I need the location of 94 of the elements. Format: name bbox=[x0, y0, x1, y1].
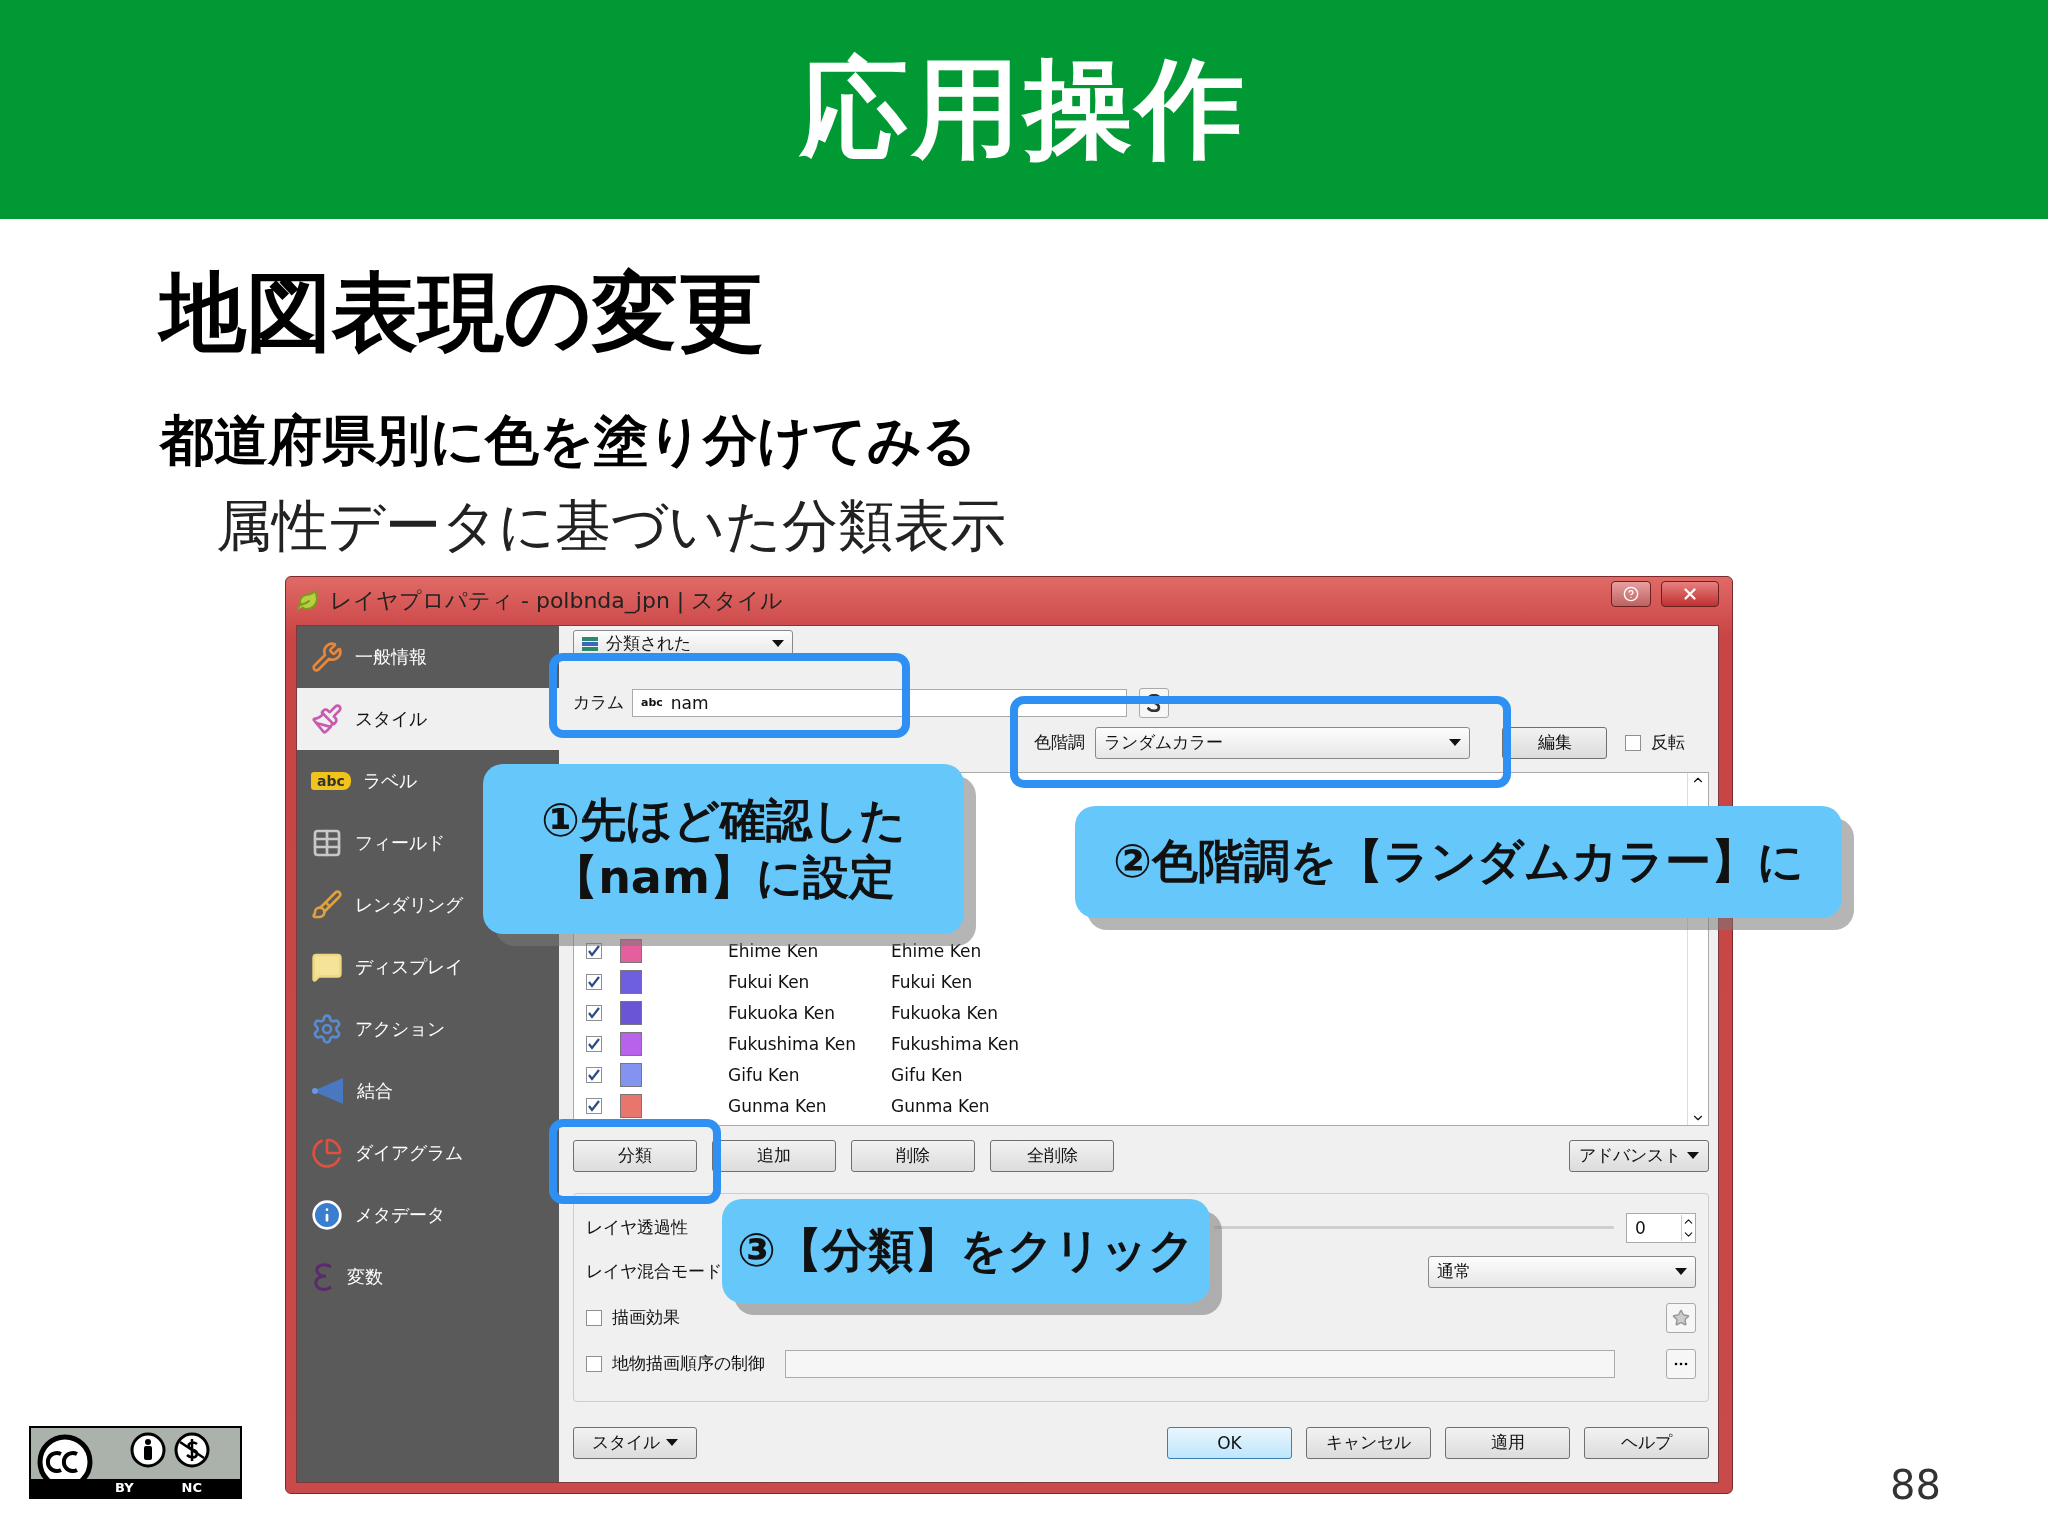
expression-icon bbox=[1147, 693, 1161, 712]
slider-track[interactable] bbox=[1214, 1226, 1614, 1230]
column-value: nam bbox=[670, 692, 709, 713]
caret-icon bbox=[1675, 1267, 1687, 1276]
sidebar-item[interactable]: レンダリング bbox=[297, 873, 477, 936]
opacity-label: レイヤ透過性 bbox=[586, 1216, 688, 1240]
class-legend: Fukushima Ken bbox=[891, 1034, 1091, 1055]
dialog-button[interactable]: ヘルプ bbox=[1584, 1426, 1709, 1459]
leaf-icon bbox=[296, 588, 320, 613]
caret-icon bbox=[666, 1438, 678, 1447]
no-money-icon bbox=[174, 1432, 210, 1468]
star-icon bbox=[1672, 1308, 1690, 1327]
list-button[interactable]: 分類 bbox=[573, 1139, 697, 1172]
close-button[interactable] bbox=[1661, 580, 1719, 607]
checkbox[interactable] bbox=[586, 1005, 602, 1022]
class-legend: Gifu Ken bbox=[891, 1065, 1091, 1086]
info-icon bbox=[311, 1198, 343, 1231]
order-label: 地物描画順序の制御 bbox=[612, 1352, 765, 1376]
sidebar-item[interactable]: 一般情報 bbox=[297, 625, 477, 688]
sidebar-item[interactable]: 変数 bbox=[297, 1245, 477, 1308]
arrow-icon bbox=[311, 1075, 345, 1106]
label-icon: abc bbox=[311, 771, 351, 790]
class-value: Fukuoka Ken bbox=[728, 1003, 837, 1024]
checkbox[interactable] bbox=[586, 1098, 602, 1115]
slide-title: 応用操作 bbox=[800, 44, 1248, 173]
license-by: BY bbox=[114, 1479, 134, 1497]
sidebar-item[interactable]: スタイル bbox=[297, 687, 559, 750]
dots-icon bbox=[1674, 1361, 1688, 1366]
class-legend: Fukui Ken bbox=[891, 972, 1091, 993]
column-field[interactable]: abc nam bbox=[632, 688, 1127, 717]
page-number: 88 bbox=[1890, 1462, 1941, 1508]
list-button[interactable]: 追加 bbox=[712, 1139, 836, 1172]
blend-dropdown[interactable]: 通常 bbox=[1428, 1255, 1696, 1288]
help-button[interactable] bbox=[1611, 580, 1651, 607]
style-button[interactable]: スタイル bbox=[573, 1426, 697, 1459]
person-icon bbox=[130, 1432, 166, 1468]
callout-text: ①先ほど確認した bbox=[541, 791, 906, 849]
class-legend: Ehime Ken bbox=[891, 941, 1091, 962]
caret-icon bbox=[1687, 1151, 1699, 1160]
license-nc: NC bbox=[181, 1479, 202, 1497]
dialog-button[interactable]: キャンセル bbox=[1306, 1426, 1431, 1459]
checkbox[interactable] bbox=[586, 1355, 602, 1372]
paintbrush-icon bbox=[311, 702, 343, 735]
subheading: 都道府県別に色を塗り分けてみる bbox=[160, 408, 978, 474]
sidebar-item[interactable]: アクション bbox=[297, 997, 477, 1060]
sidebar-item[interactable]: フィールド bbox=[297, 811, 477, 874]
class-value: Ehime Ken bbox=[728, 941, 820, 962]
blend-label: レイヤ混合モード bbox=[586, 1260, 722, 1284]
callout-text: ②色階調を【ランダムカラー】に bbox=[1113, 833, 1804, 891]
ramp-dropdown[interactable]: ランダムカラー bbox=[1095, 726, 1470, 759]
caret-icon bbox=[1449, 738, 1461, 747]
order-field[interactable] bbox=[785, 1349, 1615, 1378]
checkbox[interactable] bbox=[586, 1036, 602, 1053]
sidebar-item[interactable]: ディスプレイ bbox=[297, 935, 477, 998]
class-value: Gifu Ken bbox=[728, 1065, 801, 1086]
checkbox[interactable] bbox=[586, 943, 602, 960]
description: 属性データに基づいた分類表示 bbox=[216, 492, 1007, 560]
ramp-label: 色階調 bbox=[1034, 731, 1085, 755]
chart-icon bbox=[311, 1136, 343, 1169]
checkbox[interactable] bbox=[1625, 734, 1641, 751]
class-value: Gunma Ken bbox=[728, 1096, 828, 1117]
opacity-spinbox[interactable]: 0 bbox=[1626, 1212, 1696, 1243]
sidebar-item[interactable]: abc ラベル bbox=[297, 749, 477, 812]
class-value: Fukui Ken bbox=[728, 972, 811, 993]
checkbox[interactable] bbox=[586, 974, 602, 991]
dialog-button[interactable]: OK bbox=[1167, 1426, 1292, 1459]
class-legend: Fukuoka Ken bbox=[891, 1003, 1091, 1024]
dialog-button[interactable]: 適用 bbox=[1445, 1426, 1570, 1459]
class-legend: Gunma Ken bbox=[891, 1096, 1091, 1117]
spin-arrows-icon bbox=[1681, 1214, 1695, 1241]
list-button[interactable]: 削除 bbox=[851, 1139, 975, 1172]
help-icon bbox=[1623, 585, 1639, 602]
effects-label: 描画効果 bbox=[612, 1306, 680, 1330]
class-value: Fukushima Ken bbox=[728, 1034, 857, 1055]
sidebar-item[interactable]: 結合 bbox=[297, 1059, 477, 1122]
sidebar-item[interactable]: ダイアグラム bbox=[297, 1121, 477, 1184]
checkbox[interactable] bbox=[586, 1309, 602, 1326]
list-button[interactable]: 全削除 bbox=[990, 1139, 1114, 1172]
checkbox[interactable] bbox=[586, 1067, 602, 1084]
caret-icon bbox=[772, 639, 784, 648]
type-label: abc bbox=[641, 696, 663, 710]
invert-label: 反転 bbox=[1651, 731, 1685, 755]
sidebar-item[interactable]: メタデータ bbox=[297, 1183, 477, 1246]
list-icon bbox=[582, 636, 598, 651]
callout-text: ③【分類】をクリック bbox=[737, 1222, 1195, 1280]
column-label: カラム bbox=[573, 691, 624, 715]
wrench-icon bbox=[311, 640, 343, 673]
effects-button[interactable] bbox=[1666, 1302, 1696, 1333]
edit-button[interactable]: 編集 bbox=[1502, 726, 1607, 759]
brush-icon bbox=[311, 888, 343, 921]
window-title: レイヤプロパティ - polbnda_jpn | スタイル bbox=[330, 586, 785, 616]
advanced-button[interactable]: アドバンスト bbox=[1569, 1139, 1709, 1172]
gear-icon bbox=[311, 1012, 343, 1045]
callout-text: 【nam】に設定 bbox=[552, 849, 895, 906]
